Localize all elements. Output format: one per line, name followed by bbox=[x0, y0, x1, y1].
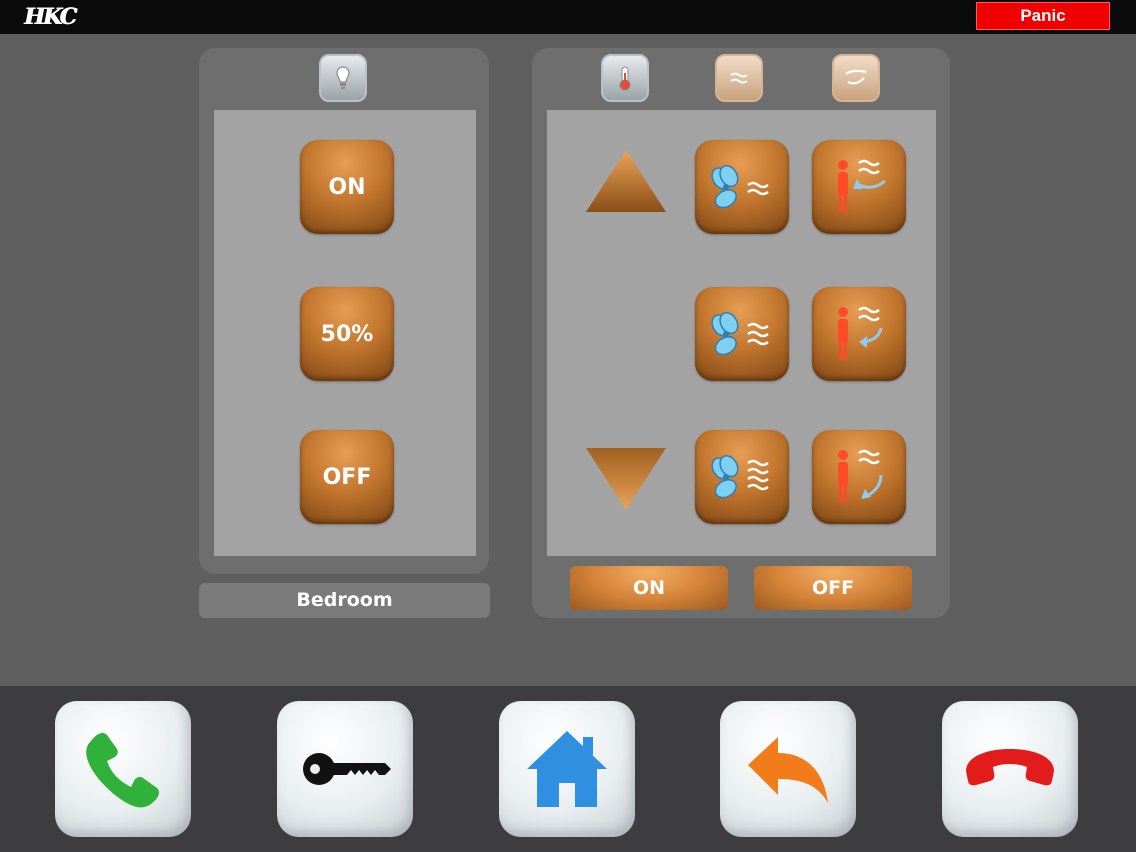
swing-middle-icon[interactable] bbox=[812, 287, 906, 381]
key-button[interactable] bbox=[277, 701, 413, 837]
light-panel: ON 50% OFF bbox=[199, 48, 489, 574]
swing-up-icon[interactable] bbox=[812, 140, 906, 234]
fan-high-icon[interactable] bbox=[695, 430, 789, 524]
hangup-icon bbox=[966, 749, 1054, 786]
fan-medium-icon[interactable] bbox=[695, 287, 789, 381]
arrow-down-icon[interactable] bbox=[584, 446, 668, 512]
home-button[interactable] bbox=[499, 701, 635, 837]
back-button[interactable] bbox=[720, 701, 856, 837]
bulb-icon[interactable] bbox=[319, 54, 367, 102]
room-label[interactable]: Bedroom bbox=[199, 583, 490, 618]
fan-wave-icon[interactable] bbox=[715, 54, 763, 102]
light-controls-area: ON 50% OFF bbox=[214, 110, 476, 556]
arrow-up-icon[interactable] bbox=[584, 148, 668, 214]
light-dim-button[interactable]: 50% bbox=[300, 287, 394, 381]
phone-button[interactable] bbox=[55, 701, 191, 837]
thermometer-icon[interactable] bbox=[601, 54, 649, 102]
phone-icon bbox=[86, 733, 159, 808]
light-on-button[interactable]: ON bbox=[300, 140, 394, 234]
light-off-button[interactable]: OFF bbox=[300, 430, 394, 524]
ac-controls-area bbox=[547, 110, 936, 556]
top-bar: HKC Panic bbox=[0, 0, 1136, 34]
swing-down-icon[interactable] bbox=[812, 430, 906, 524]
airflow-icon[interactable] bbox=[832, 54, 880, 102]
back-icon bbox=[748, 737, 828, 803]
panic-button[interactable]: Panic bbox=[976, 2, 1110, 30]
ac-off-button[interactable]: OFF bbox=[754, 566, 912, 610]
key-icon bbox=[303, 753, 391, 785]
brand-logo: HKC bbox=[24, 4, 77, 30]
home-icon bbox=[527, 731, 607, 807]
fan-low-icon[interactable] bbox=[695, 140, 789, 234]
hangup-button[interactable] bbox=[942, 701, 1078, 837]
ac-on-button[interactable]: ON bbox=[570, 566, 728, 610]
ac-panel: ON OFF bbox=[532, 48, 950, 618]
